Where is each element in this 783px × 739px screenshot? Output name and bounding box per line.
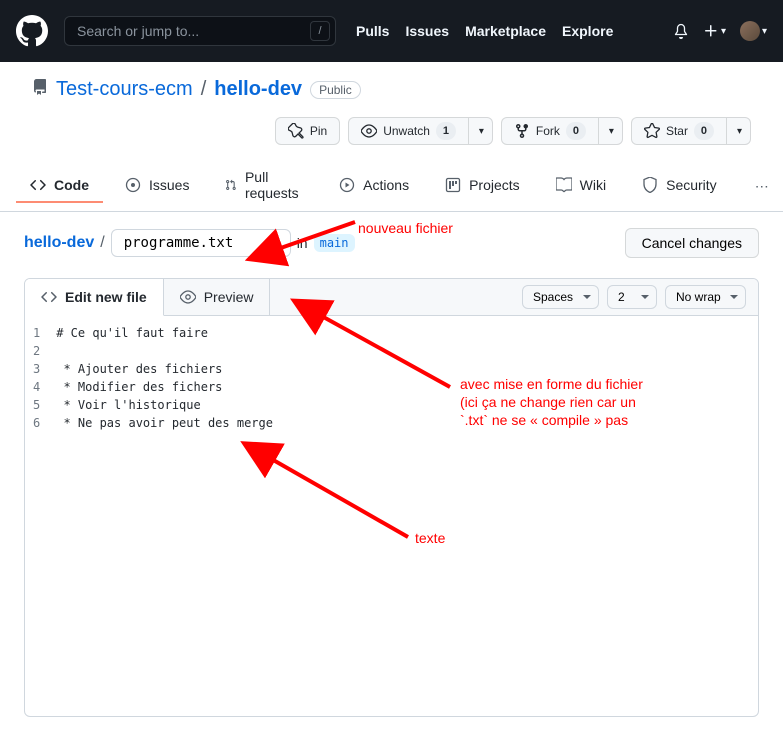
star-button[interactable]: Star 0 xyxy=(631,117,727,145)
nav-explore[interactable]: Explore xyxy=(562,23,613,39)
edit-tab[interactable]: Edit new file xyxy=(25,279,164,316)
tabs-overflow[interactable]: ⋯ xyxy=(747,170,777,203)
pin-icon xyxy=(288,123,304,139)
indent-mode-select[interactable]: Spaces xyxy=(522,285,599,309)
main-content: Test-cours-ecm / hello-dev Public Pin Un… xyxy=(0,62,783,733)
project-icon xyxy=(445,177,461,193)
user-menu[interactable]: ▾ xyxy=(740,21,767,41)
star-count: 0 xyxy=(694,122,714,140)
repo-icon xyxy=(32,78,48,101)
issues-icon xyxy=(125,177,141,193)
tab-security[interactable]: Security xyxy=(628,169,731,203)
repo-title: Test-cours-ecm / hello-dev Public xyxy=(32,78,751,101)
shield-icon xyxy=(642,177,658,193)
tab-issues[interactable]: Issues xyxy=(111,169,203,203)
watch-group: Unwatch 1 ▾ xyxy=(348,117,493,145)
global-header: / Pulls Issues Marketplace Explore ▾ ▾ xyxy=(0,0,783,62)
nav-pulls[interactable]: Pulls xyxy=(356,23,389,39)
repo-header: Test-cours-ecm / hello-dev Public Pin Un… xyxy=(0,62,783,145)
file-path: hello-dev / in main Cancel changes xyxy=(24,228,759,258)
fork-icon xyxy=(514,123,530,139)
code-lines: # Ce qu'il faut faire * Ajouter des fich… xyxy=(56,324,758,716)
notifications-icon[interactable] xyxy=(673,23,689,39)
code-icon xyxy=(41,289,57,305)
fork-group: Fork 0 ▾ xyxy=(501,117,623,145)
eye-icon xyxy=(180,289,196,305)
fork-dropdown[interactable]: ▾ xyxy=(599,117,623,145)
play-icon xyxy=(339,177,355,193)
github-logo[interactable] xyxy=(16,15,48,47)
header-right: ▾ ▾ xyxy=(673,21,767,41)
preview-tab[interactable]: Preview xyxy=(164,279,271,315)
book-icon xyxy=(556,177,572,193)
breadcrumb-root[interactable]: hello-dev xyxy=(24,234,94,252)
avatar xyxy=(740,21,760,41)
repo-actions: Pin Unwatch 1 ▾ Fork 0 ▾ Star 0 ▾ xyxy=(32,117,751,145)
fork-button[interactable]: Fork 0 xyxy=(501,117,599,145)
search-wrap: / xyxy=(64,16,336,46)
editor-controls: Spaces 2 No wrap xyxy=(510,285,758,309)
code-editor[interactable]: 123456 # Ce qu'il faut faire * Ajouter d… xyxy=(25,316,758,716)
unwatch-button[interactable]: Unwatch 1 xyxy=(348,117,469,145)
editor-tabs: Edit new file Preview Spaces 2 No wrap xyxy=(25,279,758,316)
wrap-select[interactable]: No wrap xyxy=(665,285,746,309)
nav-marketplace[interactable]: Marketplace xyxy=(465,23,546,39)
path-separator: / xyxy=(100,234,104,252)
star-icon xyxy=(644,123,660,139)
eye-icon xyxy=(361,123,377,139)
add-menu[interactable]: ▾ xyxy=(703,23,726,39)
tab-actions[interactable]: Actions xyxy=(325,169,423,203)
line-gutter: 123456 xyxy=(25,324,56,716)
pull-request-icon xyxy=(225,177,237,193)
repo-name-link[interactable]: hello-dev xyxy=(214,78,302,101)
editor-box: Edit new file Preview Spaces 2 No wrap 1… xyxy=(24,278,759,717)
branch-badge: main xyxy=(314,234,355,252)
visibility-badge: Public xyxy=(310,81,361,99)
fork-count: 0 xyxy=(566,122,586,140)
tab-code[interactable]: Code xyxy=(16,169,103,203)
watch-dropdown[interactable]: ▾ xyxy=(469,117,493,145)
filename-input[interactable] xyxy=(111,229,291,257)
code-icon xyxy=(30,177,46,193)
search-input[interactable] xyxy=(64,16,336,46)
tab-wiki[interactable]: Wiki xyxy=(542,169,620,203)
cancel-button[interactable]: Cancel changes xyxy=(625,228,759,258)
indent-size-select[interactable]: 2 xyxy=(607,285,657,309)
file-editor-area: hello-dev / in main Cancel changes Edit … xyxy=(0,212,783,733)
star-group: Star 0 ▾ xyxy=(631,117,751,145)
tab-pulls[interactable]: Pull requests xyxy=(211,161,317,211)
search-slash-hotkey: / xyxy=(310,21,330,41)
watch-count: 1 xyxy=(436,122,456,140)
nav-links: Pulls Issues Marketplace Explore xyxy=(356,23,613,39)
repo-owner-link[interactable]: Test-cours-ecm xyxy=(56,78,193,101)
repo-tabs: Code Issues Pull requests Actions Projec… xyxy=(0,161,783,212)
tab-projects[interactable]: Projects xyxy=(431,169,534,203)
star-dropdown[interactable]: ▾ xyxy=(727,117,751,145)
nav-issues[interactable]: Issues xyxy=(405,23,449,39)
in-label: in xyxy=(297,235,308,251)
pin-button[interactable]: Pin xyxy=(275,117,340,145)
